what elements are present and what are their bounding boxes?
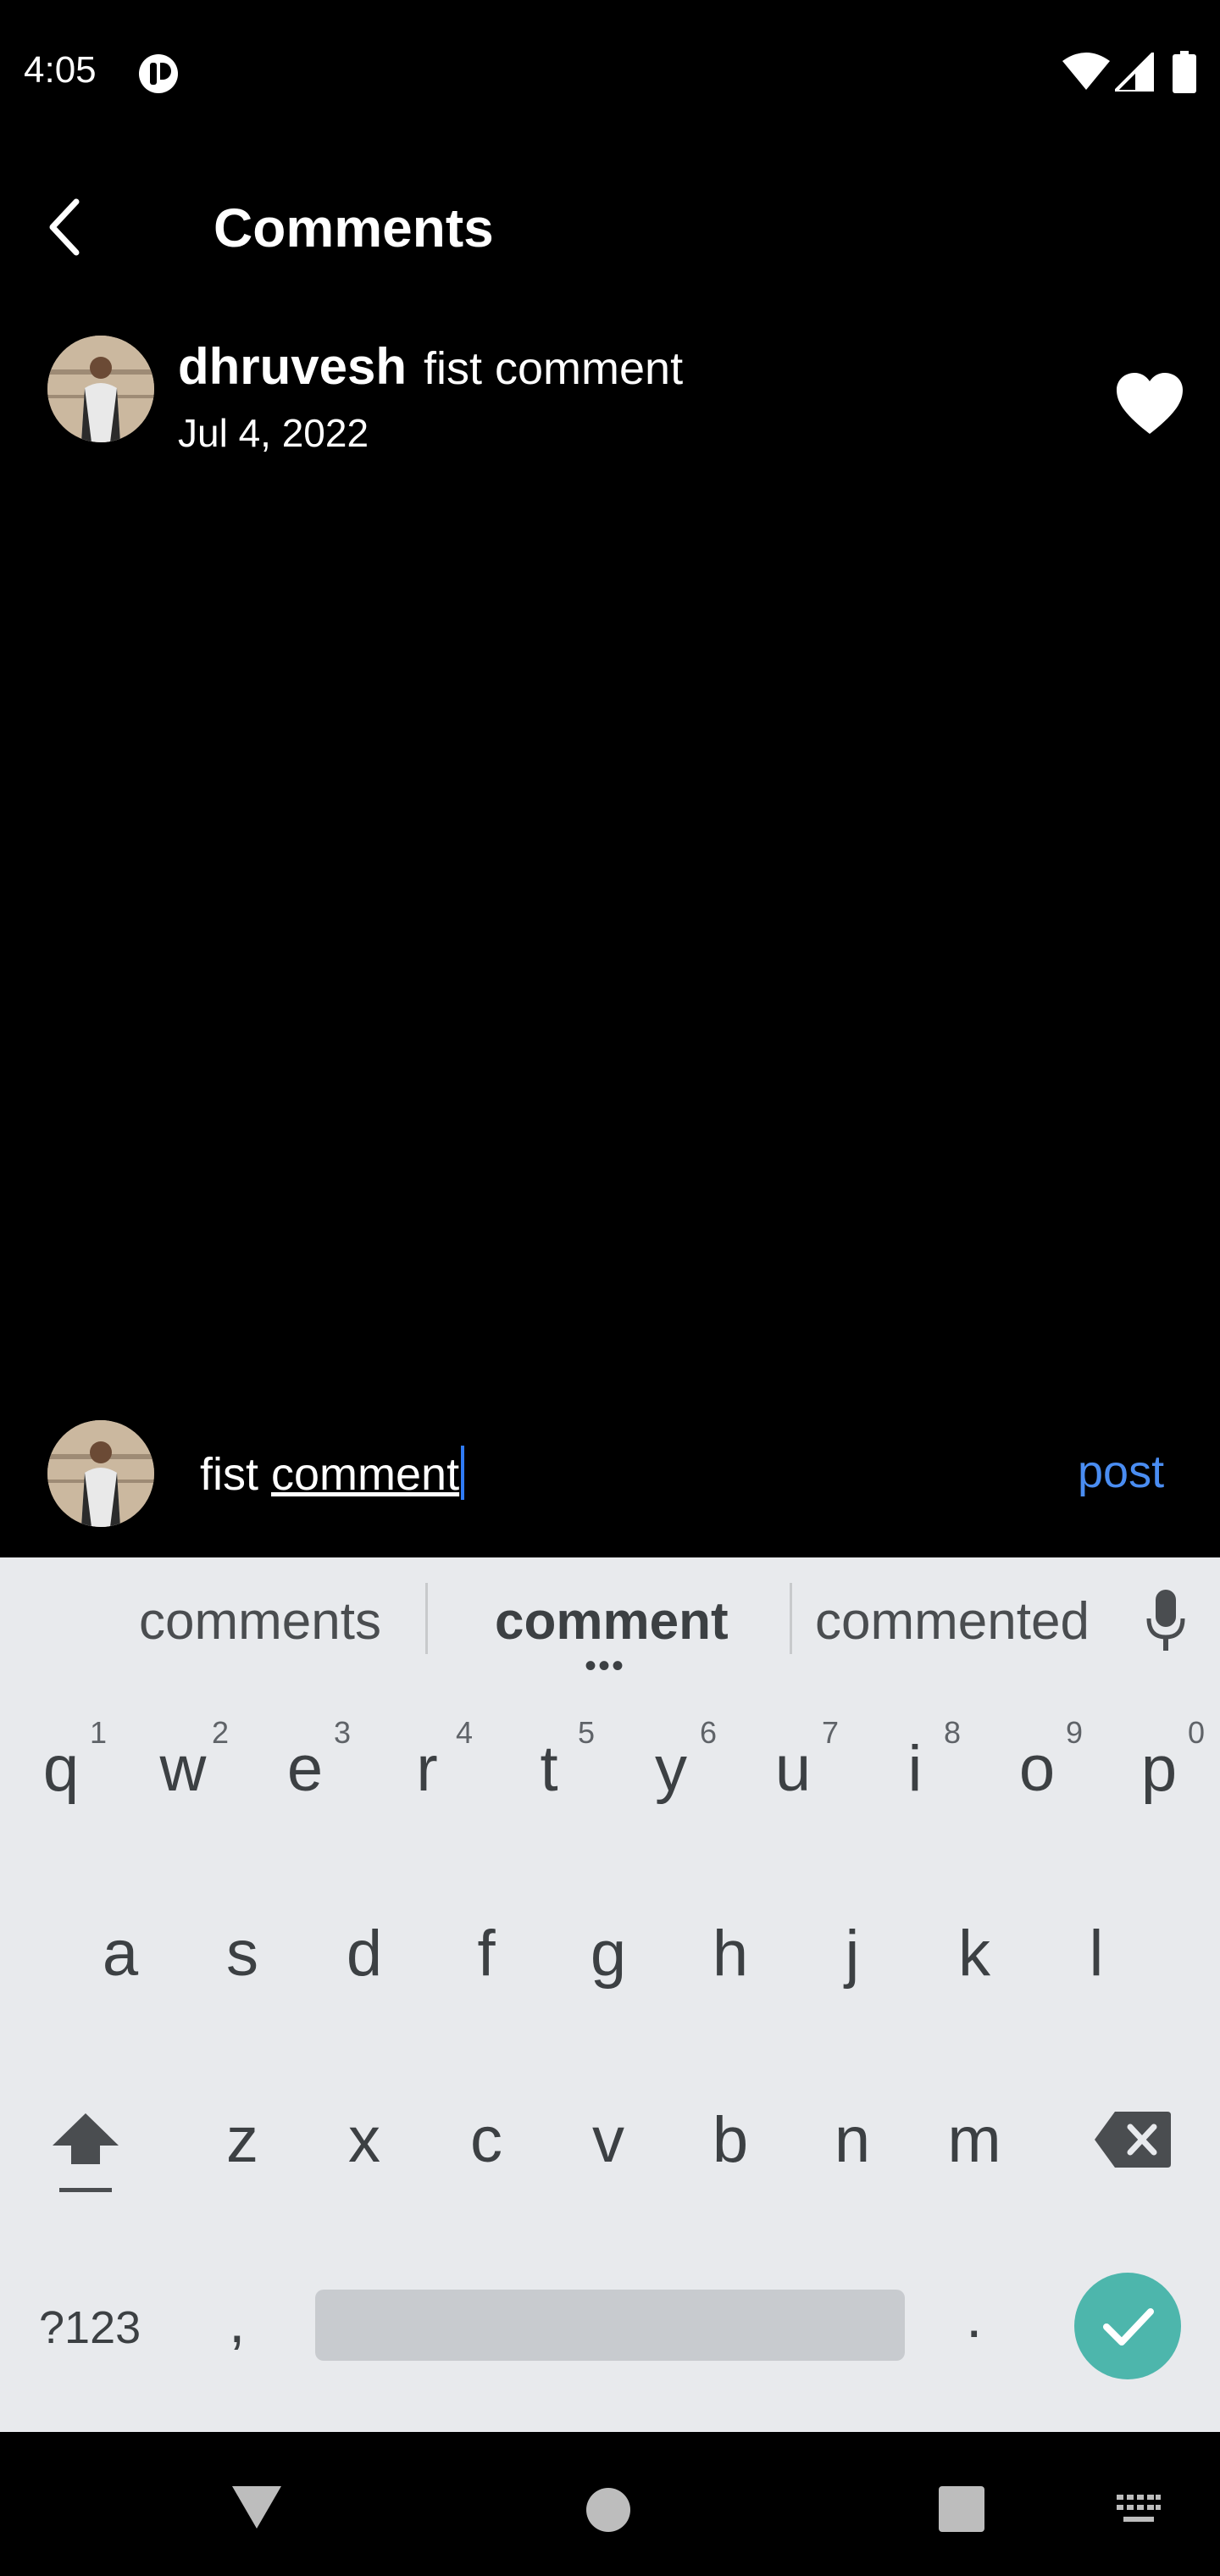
key-x[interactable]: x: [330, 2103, 398, 2177]
key-hint-0: 0: [1188, 1715, 1206, 1750]
wifi-icon: [1062, 53, 1110, 90]
key-e[interactable]: 3 e: [271, 1715, 351, 1806]
key-f[interactable]: f: [452, 1917, 520, 1990]
key-i[interactable]: 8 i: [881, 1715, 961, 1806]
comment-input-text: fist: [200, 1449, 272, 1500]
avatar-photo: [47, 1420, 154, 1527]
status-time: 4:05: [24, 49, 97, 91]
key-hint-2: 2: [212, 1715, 230, 1750]
key-label: e: [286, 1733, 324, 1805]
more-suggestions-dots[interactable]: •••: [585, 1649, 625, 1683]
avatar-photo: [47, 336, 154, 442]
battery-icon: [1173, 51, 1196, 93]
soft-keyboard: comments comment commented ••• 1 q 2 w 3…: [0, 1557, 1220, 2432]
key-m[interactable]: m: [940, 2103, 1008, 2177]
nav-back-icon[interactable]: [230, 2483, 283, 2530]
suggestion-bar: comments comment commented •••: [0, 1557, 1220, 1683]
system-nav-bar: [0, 2432, 1220, 2576]
key-d[interactable]: d: [330, 1917, 398, 1990]
key-v[interactable]: v: [574, 2103, 642, 2177]
keyboard-switch-icon[interactable]: [1115, 2493, 1162, 2525]
microphone-icon[interactable]: [1144, 1588, 1188, 1652]
comment-username[interactable]: dhruvesh: [178, 337, 407, 396]
shift-icon[interactable]: [47, 2108, 124, 2193]
key-hint-1: 1: [90, 1715, 108, 1750]
key-g[interactable]: g: [574, 1917, 642, 1990]
key-a[interactable]: a: [86, 1917, 154, 1990]
spacebar[interactable]: [315, 2290, 905, 2361]
symbols-key[interactable]: ?123: [39, 2301, 141, 2354]
key-s[interactable]: s: [208, 1917, 276, 1990]
key-h[interactable]: h: [696, 1917, 764, 1990]
key-q[interactable]: 1 q: [27, 1715, 107, 1806]
suggestion-2[interactable]: comment: [495, 1591, 729, 1652]
key-p[interactable]: 0 p: [1125, 1715, 1205, 1806]
key-hint-6: 6: [700, 1715, 718, 1750]
backspace-icon[interactable]: [1093, 2110, 1173, 2169]
key-label: r: [416, 1733, 438, 1805]
key-label: t: [540, 1733, 558, 1805]
key-z[interactable]: z: [208, 2103, 276, 2177]
period-key[interactable]: .: [966, 2283, 982, 2351]
comma-key[interactable]: ,: [229, 2288, 245, 2356]
key-label: i: [907, 1733, 923, 1805]
key-hint-8: 8: [944, 1715, 962, 1750]
key-hint-4: 4: [456, 1715, 474, 1750]
back-button[interactable]: [34, 193, 102, 261]
post-button[interactable]: post: [1078, 1446, 1164, 1498]
text-cursor: [461, 1446, 465, 1500]
suggestion-divider: [790, 1583, 792, 1654]
key-y[interactable]: 6 y: [637, 1715, 717, 1806]
app-notification-icon: [139, 54, 178, 93]
key-hint-9: 9: [1066, 1715, 1084, 1750]
key-u[interactable]: 7 u: [759, 1715, 839, 1806]
comment-input[interactable]: fist comment: [200, 1446, 465, 1501]
key-hint-5: 5: [578, 1715, 596, 1750]
key-k[interactable]: k: [940, 1917, 1008, 1990]
key-label: o: [1018, 1733, 1056, 1805]
key-t[interactable]: 5 t: [515, 1715, 595, 1806]
checkmark-icon: [1103, 2308, 1154, 2346]
key-j[interactable]: j: [818, 1917, 886, 1990]
key-l[interactable]: l: [1062, 1917, 1130, 1990]
key-c[interactable]: c: [452, 2103, 520, 2177]
signal-icon: [1115, 53, 1154, 92]
suggestion-divider: [425, 1583, 428, 1654]
nav-recents-icon[interactable]: [939, 2486, 984, 2532]
suggestion-3[interactable]: commented: [815, 1591, 1090, 1652]
key-label: u: [774, 1733, 812, 1805]
key-label: p: [1140, 1733, 1178, 1805]
page-title: Comments: [214, 197, 494, 258]
key-hint-7: 7: [822, 1715, 840, 1750]
nav-home-icon[interactable]: [586, 2488, 630, 2532]
comment-text: fist comment: [424, 343, 684, 394]
comment-input-composing-word: comment: [271, 1449, 460, 1500]
key-hint-3: 3: [334, 1715, 352, 1750]
suggestion-1[interactable]: comments: [139, 1591, 381, 1652]
heart-icon[interactable]: [1115, 371, 1184, 439]
key-n[interactable]: n: [818, 2103, 886, 2177]
key-label: y: [655, 1733, 687, 1805]
composer-avatar: [47, 1420, 154, 1527]
key-label: w: [159, 1733, 207, 1805]
comment-avatar[interactable]: [47, 336, 154, 442]
key-w[interactable]: 2 w: [149, 1715, 229, 1806]
enter-key[interactable]: [1074, 2273, 1181, 2379]
comment-date: Jul 4, 2022: [178, 411, 369, 455]
key-o[interactable]: 9 o: [1003, 1715, 1083, 1806]
key-b[interactable]: b: [696, 2103, 764, 2177]
key-r[interactable]: 4 r: [393, 1715, 473, 1806]
key-label: q: [42, 1733, 80, 1805]
